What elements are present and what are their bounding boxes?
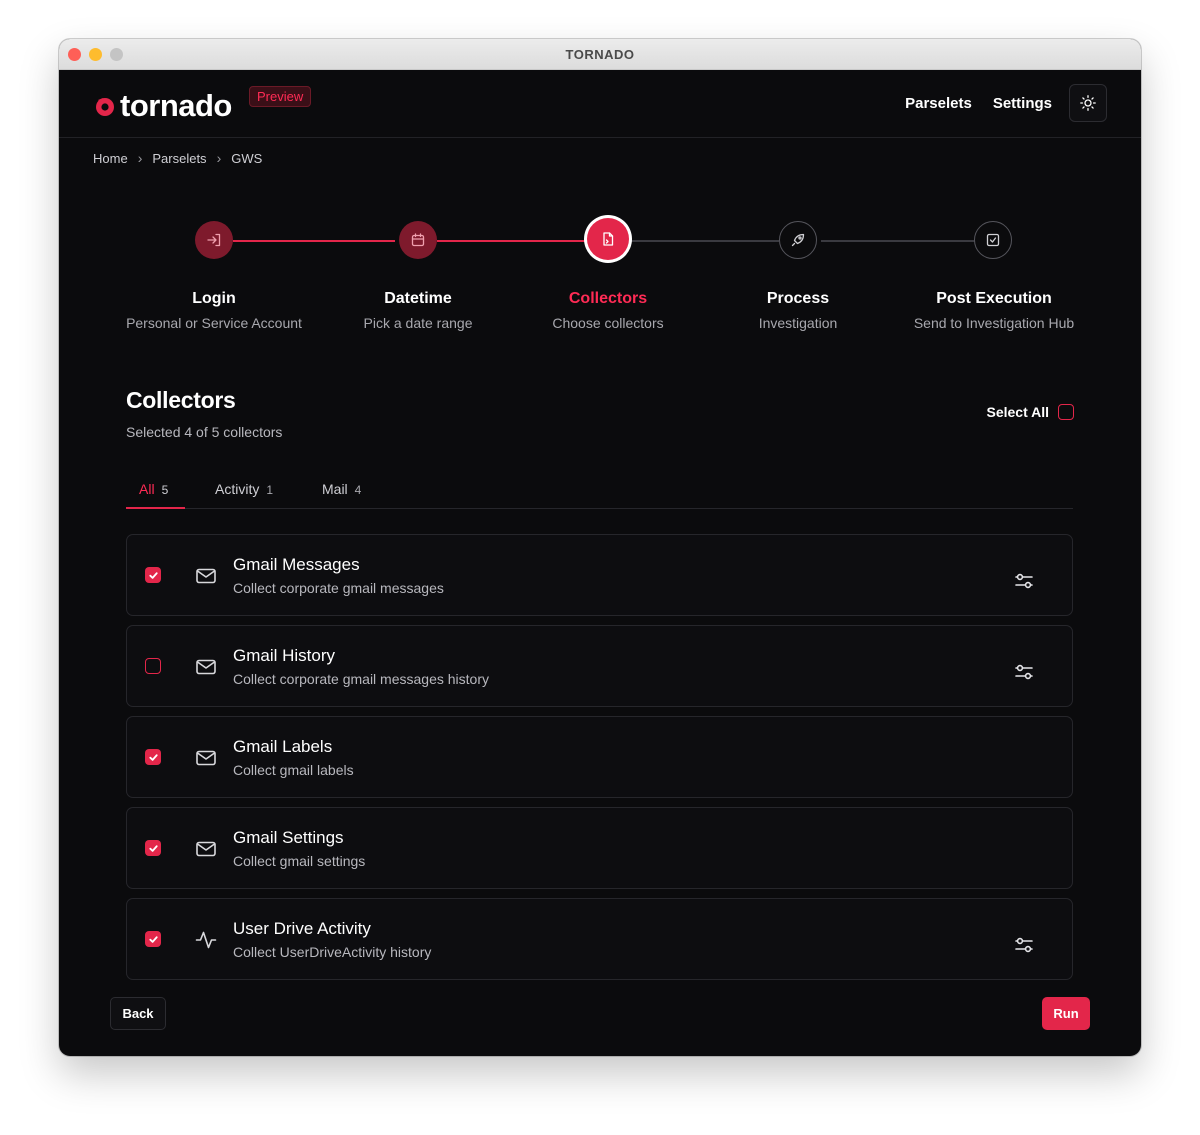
theme-toggle-button[interactable] bbox=[1069, 84, 1107, 122]
logo-text: tornado bbox=[120, 88, 232, 123]
select-all-checkbox[interactable] bbox=[1058, 404, 1074, 420]
sliders-icon[interactable] bbox=[1014, 662, 1034, 682]
minimize-window-button[interactable] bbox=[89, 48, 102, 61]
mail-icon bbox=[196, 841, 216, 857]
step-subtitle: Send to Investigation Hub bbox=[913, 315, 1075, 331]
window-title: TORNADO bbox=[565, 46, 635, 62]
wizard-stepper: Login Personal or Service Account Dateti… bbox=[59, 214, 1141, 344]
traffic-lights bbox=[68, 48, 123, 61]
logo[interactable]: tornado bbox=[94, 88, 232, 124]
collector-card[interactable]: User Drive Activity Collect UserDriveAct… bbox=[126, 898, 1073, 980]
collector-description: Collect UserDriveActivity history bbox=[233, 944, 432, 960]
tab-activity[interactable]: Activity 1 bbox=[215, 469, 273, 509]
collector-checkbox[interactable] bbox=[145, 931, 161, 947]
sliders-icon[interactable] bbox=[1014, 935, 1034, 955]
tab-count: 1 bbox=[266, 483, 274, 497]
step-connector bbox=[233, 240, 395, 242]
collector-name: User Drive Activity bbox=[233, 919, 371, 938]
chevron-right-icon: › bbox=[137, 150, 143, 166]
tornado-logo-icon bbox=[96, 98, 114, 116]
collector-card[interactable]: Gmail Labels Collect gmail labels bbox=[126, 716, 1073, 798]
step-circle bbox=[779, 221, 817, 259]
tab-label: Activity bbox=[215, 481, 260, 497]
app-window: TORNADO tornado Preview Parselets Settin… bbox=[59, 39, 1141, 1056]
breadcrumb-home[interactable]: Home bbox=[93, 151, 128, 166]
collector-name: Gmail Settings bbox=[233, 828, 344, 847]
step-connector bbox=[437, 240, 585, 242]
step-circle bbox=[974, 221, 1012, 259]
rocket-icon bbox=[791, 233, 805, 247]
collector-card[interactable]: Gmail Messages Collect corporate gmail m… bbox=[126, 534, 1073, 616]
collector-name: Gmail Messages bbox=[233, 555, 360, 574]
breadcrumb-parselets[interactable]: Parselets bbox=[152, 151, 206, 166]
mail-icon bbox=[196, 659, 216, 675]
run-button[interactable]: Run bbox=[1042, 997, 1090, 1030]
sun-icon bbox=[1080, 95, 1096, 111]
collector-card[interactable]: Gmail History Collect corporate gmail me… bbox=[126, 625, 1073, 707]
checkmark-icon bbox=[148, 935, 158, 943]
checkmark-icon bbox=[148, 753, 158, 761]
step-circle bbox=[587, 218, 629, 260]
select-all-label: Select All bbox=[986, 404, 1049, 420]
chevron-right-icon: › bbox=[216, 150, 222, 166]
collector-checkbox[interactable] bbox=[145, 658, 161, 674]
collector-description: Collect corporate gmail messages bbox=[233, 580, 444, 596]
title-bar: TORNADO bbox=[59, 39, 1141, 70]
close-window-button[interactable] bbox=[68, 48, 81, 61]
breadcrumb: Home › Parselets › GWS bbox=[93, 150, 262, 166]
collector-checkbox[interactable] bbox=[145, 567, 161, 583]
step-title: Post Execution bbox=[936, 290, 1052, 307]
step-circle bbox=[195, 221, 233, 259]
collector-description: Collect corporate gmail messages history bbox=[233, 671, 489, 687]
collector-description: Collect gmail labels bbox=[233, 762, 354, 778]
selection-summary: Selected 4 of 5 collectors bbox=[126, 424, 283, 440]
collector-name: Gmail History bbox=[233, 646, 336, 665]
nav-settings[interactable]: Settings bbox=[993, 95, 1052, 112]
collector-checkbox[interactable] bbox=[145, 749, 161, 765]
tab-all[interactable]: All 5 bbox=[126, 469, 185, 509]
sliders-icon[interactable] bbox=[1014, 571, 1034, 591]
breadcrumb-gws: GWS bbox=[231, 150, 263, 166]
back-button[interactable]: Back bbox=[110, 997, 166, 1030]
document-icon bbox=[603, 232, 614, 246]
checkmark-icon bbox=[148, 844, 158, 852]
nav-parselets[interactable]: Parselets bbox=[905, 95, 972, 112]
mail-icon bbox=[196, 568, 216, 584]
collector-card[interactable]: Gmail Settings Collect gmail settings bbox=[126, 807, 1073, 889]
login-icon bbox=[207, 233, 221, 247]
calendar-icon bbox=[411, 233, 425, 247]
collectors-heading: Collectors bbox=[126, 387, 236, 413]
preview-badge: Preview bbox=[249, 86, 312, 107]
collector-description: Collect gmail settings bbox=[233, 853, 366, 869]
step-connector bbox=[629, 240, 779, 242]
zoom-window-button[interactable] bbox=[110, 48, 123, 61]
tab-mail[interactable]: Mail 4 bbox=[322, 469, 361, 509]
collector-checkbox[interactable] bbox=[145, 840, 161, 856]
collector-tabs: All 5 Activity 1 Mail 4 bbox=[126, 469, 1073, 509]
check-square-icon bbox=[986, 233, 1000, 247]
collector-name: Gmail Labels bbox=[233, 737, 333, 756]
top-nav: Parselets Settings bbox=[884, 84, 1107, 122]
app-header: tornado Preview Parselets Settings bbox=[59, 70, 1141, 138]
checkmark-icon bbox=[148, 571, 158, 579]
tab-count: 4 bbox=[354, 483, 362, 497]
select-all-control[interactable]: Select All bbox=[986, 404, 1074, 420]
tab-label: All bbox=[139, 481, 155, 497]
activity-icon bbox=[195, 931, 217, 949]
mail-icon bbox=[196, 750, 216, 766]
step-connector bbox=[821, 240, 975, 242]
tab-count: 5 bbox=[161, 483, 169, 497]
step-circle bbox=[399, 221, 437, 259]
tab-label: Mail bbox=[322, 481, 348, 497]
